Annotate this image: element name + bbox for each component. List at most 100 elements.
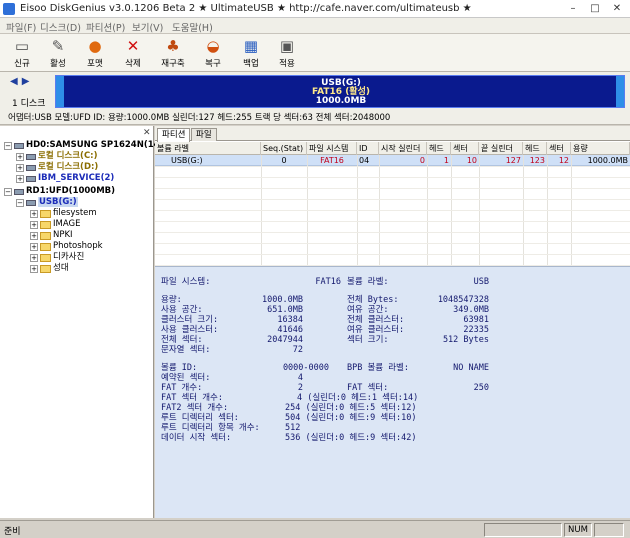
drive-icon [26, 175, 36, 182]
table-cell: 1 [443, 156, 449, 165]
tab-file[interactable]: 파일 [191, 128, 217, 141]
minimize-button[interactable]: – [562, 2, 584, 16]
tree-item[interactable]: + Photoshopk [30, 241, 103, 252]
toolbar-button-6[interactable]: ▦ 백업 [234, 35, 268, 70]
close-button[interactable]: ✕ [606, 2, 628, 16]
tree-expander-icon[interactable]: + [30, 220, 38, 229]
column-header[interactable]: 헤드 [523, 142, 547, 155]
tree-item[interactable]: + NPKI [30, 230, 73, 241]
tree-expander-icon[interactable]: − [16, 198, 24, 207]
tree-expander-icon[interactable]: + [30, 231, 38, 240]
app-icon [3, 3, 15, 15]
toolbar-button-2[interactable]: ● 포맷 [78, 35, 112, 70]
tree-expander-icon[interactable]: + [30, 253, 38, 262]
tree-item[interactable]: + filesystem [30, 208, 97, 219]
toolbar-button-3[interactable]: ✕ 삭제 [116, 35, 150, 70]
tree-item[interactable]: + IMAGE [30, 219, 80, 230]
tree-item[interactable]: + 디카사진 [30, 252, 84, 263]
menu-file[interactable]: 파일(F) [6, 20, 36, 34]
detail-used-label: 사용 공간: [161, 305, 203, 315]
menu-view[interactable]: 보기(V) [132, 20, 163, 34]
column-header[interactable]: ID [357, 142, 379, 155]
tree-item[interactable]: + 로컬 디스크(C:) [16, 151, 97, 162]
detail-fat-count-label: FAT 개수: [161, 383, 203, 393]
detail-total-label: 전체 Bytes: [347, 295, 399, 305]
tree-expander-icon[interactable]: + [30, 242, 38, 251]
toolbar-button-7[interactable]: ▣ 적용 [270, 35, 304, 70]
detail-root-entries-label: 루트 디렉터리 항목 개수: [161, 423, 260, 433]
toolbar-label: 복구 [205, 59, 221, 69]
column-header[interactable]: 볼륨 라벨 [155, 142, 261, 155]
column-header[interactable]: 섹터 [547, 142, 571, 155]
grid-line [155, 199, 630, 200]
apply-icon: ▣ [279, 37, 295, 55]
column-header[interactable]: 끝 실린더 [479, 142, 523, 155]
drive-icon [26, 153, 36, 160]
detail-capacity-value: 1000.0MB [262, 295, 303, 305]
grid-line [155, 177, 630, 178]
tree-item[interactable]: + IBM_SERVICE(2) [16, 173, 114, 184]
rebuild-icon: ♣ [166, 37, 180, 55]
column-header[interactable]: 헤드 [427, 142, 451, 155]
toolbar-label: 포맷 [87, 59, 103, 69]
table-cell: 127 [505, 156, 521, 165]
column-header[interactable]: 섹터 [451, 142, 479, 155]
maximize-button[interactable]: □ [584, 2, 606, 16]
folder-icon [40, 264, 51, 273]
tree-close-icon[interactable]: ✕ [143, 128, 151, 138]
detail-sector-size-label: 섹터 크기: [347, 335, 389, 345]
detail-volume-id-value: 0000-0000 [282, 363, 329, 373]
toolbar-label: 백업 [243, 59, 259, 69]
toolbar-label: 활성 [50, 59, 66, 69]
new-icon: ▭ [14, 37, 30, 55]
toolbar-button-0[interactable]: ▭ 신규 [5, 35, 39, 70]
activate-icon: ✎ [51, 37, 65, 55]
detail-bpb-value: NO NAME [453, 363, 489, 373]
grid-line [155, 210, 630, 211]
tab-partition[interactable]: 파티션 [157, 128, 191, 142]
menu-help[interactable]: 도움말(H) [172, 20, 213, 34]
partition-size: 1000.0MB [315, 96, 367, 106]
column-header[interactable]: 파일 시스템 [307, 142, 357, 155]
tree-item[interactable]: + 로컬 디스크(D:) [16, 162, 98, 173]
tree-item-label: 로컬 디스크(D:) [38, 162, 99, 172]
drive-icon [26, 164, 36, 171]
toolbar-button-4[interactable]: ♣ 재구축 [156, 35, 190, 70]
tree-expander-icon[interactable]: + [16, 174, 24, 183]
tree-expander-icon[interactable]: + [30, 264, 38, 273]
column-header[interactable]: Seq.(Stat) [261, 142, 307, 155]
disk-bar: ◀▶ 1 디스크 USB(G:) FAT16 (활성) 1000.0MB [0, 72, 630, 112]
tree-item[interactable]: − USB(G:) [16, 197, 78, 208]
detail-fat-count-value: 2 [297, 383, 303, 393]
detail-fat-sector-count-label: FAT 섹터 개수: [161, 393, 223, 403]
tree-expander-icon[interactable]: − [4, 141, 12, 150]
menu-bar: 파일(F) 디스크(D) 파티션(P) 보기(V) 도움말(H) [0, 18, 630, 34]
menu-disk[interactable]: 디스크(D) [40, 20, 81, 34]
tree-expander-icon[interactable]: + [30, 209, 38, 218]
tree-item[interactable]: + 성대 [30, 263, 69, 274]
recover-icon: ◒ [206, 37, 220, 55]
partition-map-left-cap [56, 76, 64, 107]
format-icon: ● [88, 37, 102, 55]
menu-partition[interactable]: 파티션(P) [86, 20, 125, 34]
status-bar: 준비 NUM [0, 520, 630, 538]
column-header[interactable]: 용량 [571, 142, 630, 155]
tree-item-label: IMAGE [53, 219, 81, 229]
tree-item[interactable]: − RD1:UFD(1000MB) [4, 186, 115, 197]
toolbar-button-1[interactable]: ✎ 활성 [41, 35, 75, 70]
detail-free-label: 여유 공간: [347, 305, 389, 315]
tree-item-label: Photoshopk [53, 241, 103, 251]
disk-tree-pane: ✕ − HD0:SAMSUNG SP1624N(149GB) + 로컬 디스크(C:)… [0, 126, 183, 518]
tree-expander-icon[interactable]: + [16, 152, 24, 161]
table-row[interactable]: USB(G:) 0 FAT16 04 0 1 10 127 123 12 1000.0MB [155, 155, 630, 166]
disk-prev-button[interactable]: ◀ [10, 76, 22, 87]
detail-fat-sector-count-value: 4 (실린더:0 헤드:1 섹터:14) [297, 393, 419, 403]
toolbar-button-5[interactable]: ◒ 복구 [196, 35, 230, 70]
tree-expander-icon[interactable]: + [16, 163, 24, 172]
status-panel-extra [594, 523, 624, 537]
tree-expander-icon[interactable]: − [4, 187, 12, 196]
partition-map[interactable]: USB(G:) FAT16 (활성) 1000.0MB [55, 75, 625, 108]
column-header[interactable]: 시작 실린더 [379, 142, 427, 155]
detail-bpb-label: BPB 볼륨 라벨: [347, 363, 409, 373]
disk-next-button[interactable]: ▶ [22, 76, 34, 87]
